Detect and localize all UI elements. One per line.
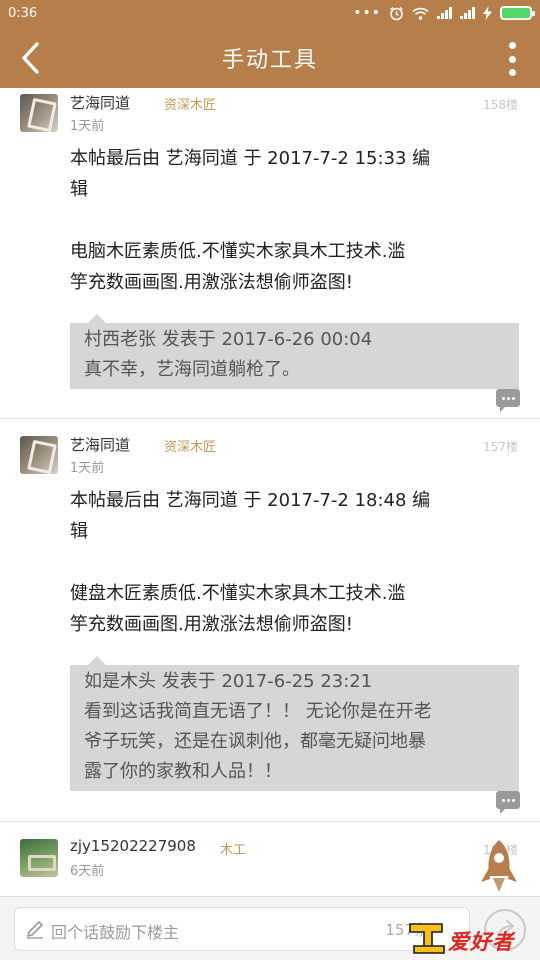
user-name[interactable]: zjy15202227908 [70, 837, 196, 855]
body-line [70, 205, 520, 236]
post-body: 本帖最后由 艺海同道 于 2017-7-2 15:33 编 辑 电脑木匠素质低.… [70, 143, 520, 298]
status-icons: ••• [353, 5, 535, 21]
reply-item: 艺海同道 资深木匠 1天前 158楼 本帖最后由 艺海同道 于 2017-7-2… [0, 88, 540, 419]
post-time: 1天前 [70, 461, 105, 476]
quote-box: 村西老张 发表于 2017-6-26 00:04 真不幸，艺海同道躺枪了。 [70, 314, 519, 389]
user-tag: 资深木匠 [164, 440, 217, 455]
pencil-icon [27, 921, 43, 939]
quote-line: 爷子玩笑，还是在讽刺他，都毫无疑问地暴 [84, 731, 426, 752]
body-line [70, 547, 520, 578]
more-menu-button[interactable] [502, 40, 522, 78]
page-title: 手动工具 [221, 48, 318, 73]
wifi-icon [412, 7, 429, 20]
user-tag: 木工 [220, 843, 247, 858]
floor-number: 157楼 [483, 440, 518, 454]
signal-icon [437, 7, 452, 19]
body-line: 竽充数画画图.用激涨法想偷师盗图! [70, 272, 353, 293]
body-line: 本帖最后由 艺海同道 于 2017-7-2 15:33 编 [70, 148, 431, 169]
body-line: 竽充数画画图.用激涨法想偷师盗图! [70, 614, 353, 635]
comment-button[interactable] [496, 389, 520, 412]
reply-item: 艺海同道 资深木匠 1天前 157楼 本帖最后由 艺海同道 于 2017-7-2… [0, 419, 540, 822]
avatar[interactable] [20, 839, 58, 877]
comment-button[interactable] [496, 791, 520, 814]
charging-icon [483, 6, 492, 20]
body-line: 辑 [70, 179, 88, 200]
reply-input[interactable]: 回个话鼓励下楼主 157条 [14, 907, 470, 951]
body-line: 本帖最后由 艺海同道 于 2017-7-2 18:48 编 [70, 490, 431, 511]
post-body: 本帖最后由 艺海同道 于 2017-7-2 18:48 编 辑 健盘木匠素质低.… [70, 485, 520, 640]
post-time: 6天前 [70, 864, 105, 879]
avatar[interactable] [20, 94, 58, 132]
body-line: 健盘木匠素质低.不懂实木家具木工技术.滥 [70, 583, 406, 604]
user-name[interactable]: 艺海同道 [70, 434, 130, 455]
rocket-icon[interactable] [478, 838, 520, 896]
status-time: 0:36 [8, 6, 38, 21]
user-tag: 资深木匠 [164, 98, 217, 113]
post-time: 1天前 [70, 119, 105, 134]
status-bar: 0:36 ••• [0, 0, 540, 28]
battery-icon [500, 6, 535, 20]
user-name[interactable]: 艺海同道 [70, 92, 130, 113]
body-line: 电脑木匠素质低.不懂实木家具木工技术.滥 [70, 241, 406, 262]
body-line: 辑 [70, 521, 88, 542]
watermark-text: 爱好者 [448, 930, 514, 954]
more-vertical-icon [508, 42, 516, 49]
signal-icon [460, 7, 475, 19]
comment-icon [501, 396, 505, 400]
quote-line: 如是木头 发表于 2017-6-25 23:21 [84, 671, 373, 692]
header: 手动工具 [0, 28, 540, 88]
reply-placeholder: 回个话鼓励下楼主 [51, 923, 180, 942]
quote-box: 如是木头 发表于 2017-6-25 23:21 看到这话我简直无语了！！ 无论… [70, 656, 519, 791]
alarm-icon [390, 6, 403, 20]
reply-list[interactable]: 艺海同道 资深木匠 1天前 158楼 本帖最后由 艺海同道 于 2017-7-2… [0, 88, 540, 896]
reply-item: zjy15202227908 木工 6天前 156楼 [0, 822, 540, 896]
floor-number: 158楼 [483, 98, 518, 112]
comment-icon [501, 798, 505, 802]
more-dots-icon: ••• [353, 5, 381, 21]
quote-line: 看到这话我简直无语了！！ 无论你是在开老 [84, 701, 432, 722]
quote-line: 村西老张 发表于 2017-6-26 00:04 [84, 329, 373, 350]
quote-line: 露了你的家教和人品！！ [84, 761, 282, 782]
quote-line: 真不幸，艺海同道躺枪了。 [84, 359, 300, 380]
avatar[interactable] [20, 436, 58, 474]
